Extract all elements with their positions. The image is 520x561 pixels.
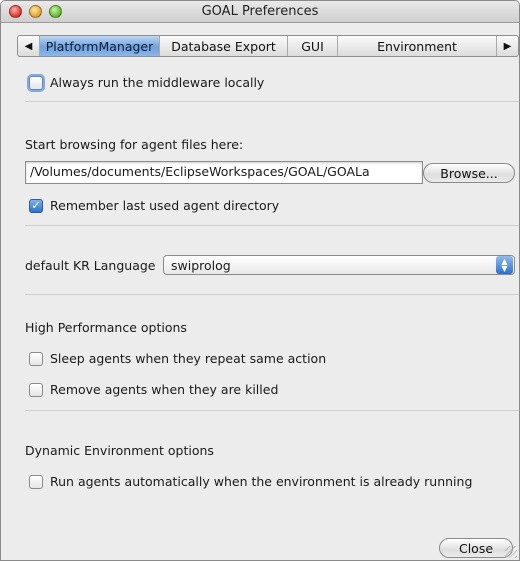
select-arrows-icon: ▲ ▼ — [496, 256, 513, 274]
checkbox-unchecked-icon[interactable] — [29, 382, 43, 397]
divider — [25, 294, 519, 295]
divider — [25, 410, 519, 411]
run-auto-label: Run agents automatically when the enviro… — [50, 474, 473, 489]
tab-environment[interactable]: Environment — [338, 36, 496, 56]
dynamic-environment-heading: Dynamic Environment options — [25, 443, 214, 458]
remove-agents-checkbox[interactable]: Remove agents when they are killed — [29, 382, 278, 397]
tab-scroll-right-icon[interactable]: ▶ — [496, 36, 518, 56]
resize-grip-icon[interactable] — [505, 546, 517, 558]
browse-heading: Start browsing for agent files here: — [25, 137, 244, 152]
browse-button[interactable]: Browse... — [423, 163, 515, 183]
platform-manager-panel: Always run the middleware locally Start … — [17, 57, 519, 535]
title-bar[interactable]: GOAL Preferences — [1, 1, 519, 23]
tab-gui[interactable]: GUI — [288, 36, 338, 56]
tab-database-export[interactable]: Database Export — [160, 36, 288, 56]
sleep-agents-checkbox[interactable]: Sleep agents when they repeat same actio… — [29, 351, 326, 366]
divider — [25, 225, 519, 226]
checkbox-unchecked-icon[interactable] — [29, 351, 43, 366]
always-local-checkbox[interactable]: Always run the middleware locally — [29, 75, 264, 90]
kr-language-value: swiprolog — [171, 257, 231, 273]
remove-agents-label: Remove agents when they are killed — [50, 382, 279, 397]
remember-dir-checkbox[interactable]: ✓ Remember last used agent directory — [29, 198, 279, 213]
agent-path-field[interactable]: /Volumes/documents/EclipseWorkspaces/GOA… — [25, 161, 423, 184]
checkbox-unchecked-icon[interactable] — [29, 75, 43, 90]
checkbox-unchecked-icon[interactable] — [29, 474, 43, 489]
preferences-window: GOAL Preferences ◀ PlatformManager Datab… — [0, 0, 520, 561]
divider — [25, 101, 519, 102]
tab-strip: ◀ PlatformManager Database Export GUI En… — [17, 35, 519, 57]
tab-scroll-left-icon[interactable]: ◀ — [18, 36, 40, 56]
close-button[interactable]: Close — [439, 538, 513, 558]
high-performance-heading: High Performance options — [25, 320, 187, 335]
run-auto-checkbox[interactable]: Run agents automatically when the enviro… — [29, 474, 472, 489]
tab-platform-manager[interactable]: PlatformManager — [40, 36, 160, 56]
checkmark-icon[interactable]: ✓ — [29, 198, 43, 213]
remember-dir-label: Remember last used agent directory — [50, 198, 280, 213]
sleep-agents-label: Sleep agents when they repeat same actio… — [50, 351, 327, 366]
kr-language-label: default KR Language — [25, 258, 156, 273]
window-title: GOAL Preferences — [201, 4, 319, 19]
kr-language-select[interactable]: swiprolog ▲ ▼ — [163, 255, 515, 275]
always-local-label: Always run the middleware locally — [50, 75, 265, 90]
